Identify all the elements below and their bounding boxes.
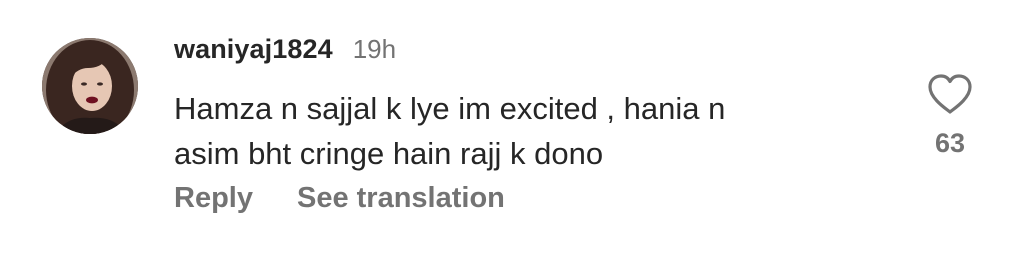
avatar[interactable] (42, 38, 138, 134)
comment-item: waniyaj1824 19h Hamza n sajjal k lye im … (0, 0, 1024, 269)
comment-text: Hamza n sajjal k lye im excited , hania … (174, 86, 874, 176)
heart-outline-icon (928, 74, 972, 114)
reply-button[interactable]: Reply (174, 182, 253, 215)
like-button[interactable] (926, 72, 974, 116)
comment-text-line-1: Hamza n sajjal k lye im excited , hania … (174, 91, 726, 126)
comment-actions: Reply See translation (174, 182, 505, 215)
comment-text-line-2: asim bht cringe hain rajj k dono (174, 136, 604, 171)
timestamp: 19h (352, 34, 397, 64)
comment-header: waniyaj1824 19h (174, 34, 396, 70)
avatar-image (42, 38, 138, 134)
username[interactable]: waniyaj1824 (174, 34, 333, 65)
see-translation-button[interactable]: See translation (297, 182, 505, 215)
like-count: 63 (934, 128, 966, 158)
